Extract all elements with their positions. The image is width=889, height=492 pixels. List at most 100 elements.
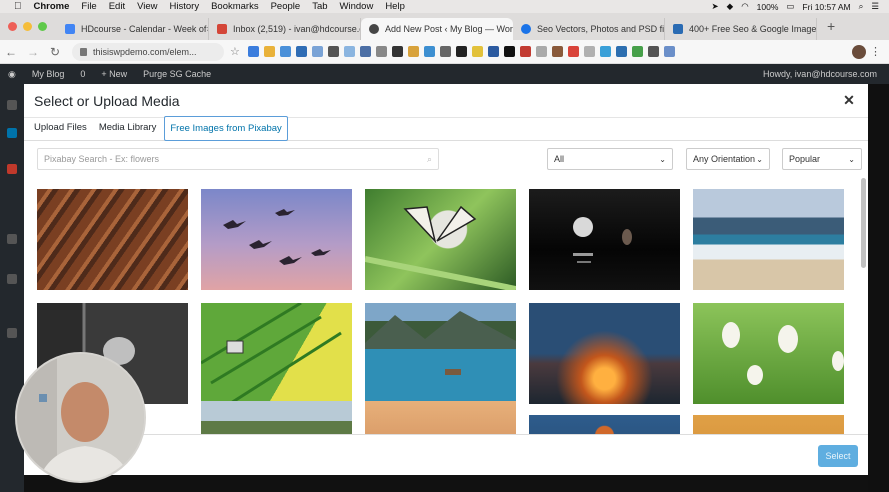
white-crocus-image[interactable] [693, 303, 844, 404]
address-bar[interactable]: thisiswpdemo.com/elem... [72, 42, 224, 61]
extension-icon[interactable] [263, 46, 275, 57]
extension-icon[interactable] [247, 46, 259, 57]
reload-icon[interactable]: ↻ [44, 45, 66, 59]
extension-icon[interactable] [455, 46, 467, 57]
extension-icon[interactable] [567, 46, 579, 57]
extension-icon[interactable] [615, 46, 627, 57]
elephant-image[interactable] [693, 415, 844, 434]
menu-file[interactable]: File [81, 1, 96, 12]
extension-icon[interactable] [279, 46, 291, 57]
tab-media-library[interactable]: Media Library [95, 122, 161, 140]
tree-roots-image[interactable] [37, 189, 188, 290]
orientation-select[interactable]: Any Orientation ⌄ [686, 148, 770, 170]
wifi-icon[interactable]: ◠ [741, 1, 748, 12]
appearance-icon[interactable] [7, 328, 17, 338]
search-icon[interactable]: ⌕ [859, 1, 864, 12]
sort-select[interactable]: Popular ⌄ [782, 148, 862, 170]
extension-icon[interactable] [471, 46, 483, 57]
extension-icon[interactable] [343, 46, 355, 57]
extension-icon[interactable] [583, 46, 595, 57]
fox-image[interactable] [529, 415, 680, 434]
extension-icon[interactable] [487, 46, 499, 57]
tab-upload-files[interactable]: Upload Files [30, 122, 91, 140]
extension-icon[interactable] [599, 46, 611, 57]
menu-people[interactable]: People [271, 1, 301, 12]
menu-view[interactable]: View [137, 1, 157, 12]
control-center-icon[interactable]: ☰ [871, 1, 879, 12]
pixabay-search-input[interactable]: Pixabay Search - Ex: flowers ⌕ [37, 148, 439, 170]
desert-sunset-image[interactable] [365, 401, 516, 434]
tractor-field-image[interactable] [201, 303, 352, 404]
tab-seo-vectors[interactable]: Seo Vectors, Photos and PSD fil × [513, 18, 665, 40]
search-icon[interactable]: ⌕ [427, 154, 432, 165]
extension-icon[interactable] [551, 46, 563, 57]
apple-icon[interactable]:  [14, 1, 22, 12]
back-icon[interactable]: ← [0, 45, 22, 59]
close-icon[interactable]: ✕ [840, 92, 858, 109]
menu-edit[interactable]: Edit [109, 1, 125, 12]
profile-avatar[interactable] [852, 44, 866, 59]
flying-geese-image[interactable] [201, 189, 352, 290]
comments-icon[interactable] [7, 274, 17, 284]
tab-inbox[interactable]: Inbox (2,519) - ivan@hdcourse.c × [209, 18, 361, 40]
media-icon[interactable] [7, 164, 17, 174]
posts-icon[interactable] [7, 128, 17, 138]
menu-chrome[interactable]: Chrome [34, 1, 70, 12]
extension-icon[interactable] [375, 46, 387, 57]
extension-icon[interactable] [327, 46, 339, 57]
extension-icon[interactable] [519, 46, 531, 57]
lock-icon [80, 47, 87, 56]
ocean-waves-image[interactable] [693, 189, 844, 290]
sunset-water-image[interactable] [529, 303, 680, 404]
moon-night-sea-image[interactable] [529, 189, 680, 290]
mountain-lake-image[interactable] [365, 303, 516, 404]
browser-menu-icon[interactable]: ⋮ [870, 45, 881, 58]
menu-bookmarks[interactable]: Bookmarks [211, 1, 259, 12]
extension-icon[interactable] [407, 46, 419, 57]
butterfly-image[interactable] [365, 189, 516, 290]
dropbox-icon[interactable]: ◆ [727, 1, 734, 12]
site-favicon-icon [673, 24, 683, 34]
new-tab-button[interactable]: + [817, 18, 835, 40]
clock[interactable]: Fri 10:57 AM [802, 2, 850, 12]
wordpress-logo-icon[interactable]: ◉ [8, 69, 16, 80]
extension-icon[interactable] [663, 46, 675, 57]
modal-header: Select or Upload Media ✕ [24, 84, 868, 118]
extension-icon[interactable] [631, 46, 643, 57]
menu-tab[interactable]: Tab [312, 1, 327, 12]
extension-icon[interactable] [439, 46, 451, 57]
menu-help[interactable]: Help [385, 1, 405, 12]
forward-icon[interactable]: → [22, 45, 44, 59]
bookmark-star-icon[interactable]: ☆ [230, 45, 240, 58]
close-window-button[interactable] [8, 22, 17, 31]
dashboard-icon[interactable] [7, 100, 17, 110]
howdy-user[interactable]: Howdy, ivan@hdcourse.com [763, 69, 877, 79]
tab-calendar[interactable]: HDcourse - Calendar - Week of × [57, 18, 209, 40]
extension-icon[interactable] [647, 46, 659, 57]
minimize-window-button[interactable] [23, 22, 32, 31]
extension-icon[interactable] [423, 46, 435, 57]
select-button[interactable]: Select [818, 445, 858, 467]
pages-icon[interactable] [7, 234, 17, 244]
extension-icon[interactable] [311, 46, 323, 57]
extension-icon[interactable] [359, 46, 371, 57]
purge-cache-link[interactable]: Purge SG Cache [143, 69, 211, 79]
comments-count[interactable]: 0 [80, 69, 85, 79]
battery-icon[interactable]: ▭ [786, 1, 794, 12]
extension-icon[interactable] [535, 46, 547, 57]
new-content-link[interactable]: + New [101, 69, 127, 79]
extension-icon[interactable] [295, 46, 307, 57]
mountain-valley-image[interactable] [201, 401, 352, 434]
tab-free-seo-images[interactable]: 400+ Free Seo & Google Image × [665, 18, 817, 40]
menu-history[interactable]: History [170, 1, 200, 12]
menu-window[interactable]: Window [340, 1, 374, 12]
extension-icon[interactable] [503, 46, 515, 57]
tab-free-images-pixabay[interactable]: Free Images from Pixabay [164, 116, 288, 141]
grid-scrollbar[interactable] [861, 178, 866, 268]
extension-icon[interactable] [391, 46, 403, 57]
location-icon[interactable]: ➤ [712, 1, 719, 12]
maximize-window-button[interactable] [38, 22, 47, 31]
type-select[interactable]: All ⌄ [547, 148, 673, 170]
site-name-link[interactable]: My Blog [32, 69, 65, 79]
tab-add-new-post[interactable]: Add New Post ‹ My Blog — Wor × [361, 18, 513, 40]
